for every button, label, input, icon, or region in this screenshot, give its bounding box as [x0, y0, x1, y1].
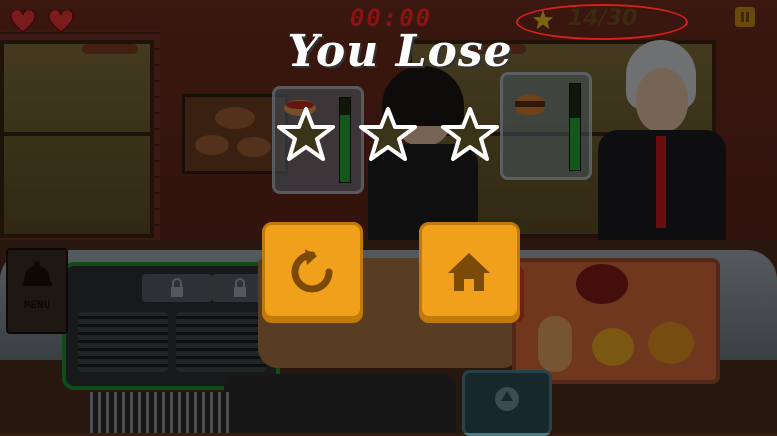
result-title: You Lose — [287, 26, 513, 77]
restart-icon — [291, 249, 333, 293]
heart-icon — [10, 10, 36, 33]
pause-button[interactable] — [735, 7, 755, 27]
star-icon — [441, 107, 499, 161]
home-button[interactable] — [419, 222, 520, 323]
star-score: 14/30 — [568, 6, 638, 31]
star-icon — [359, 107, 417, 161]
home-icon — [448, 253, 490, 291]
heart-icon — [48, 10, 74, 33]
star-icon — [532, 9, 554, 30]
star-icon — [277, 107, 335, 161]
restart-button[interactable] — [262, 222, 363, 323]
